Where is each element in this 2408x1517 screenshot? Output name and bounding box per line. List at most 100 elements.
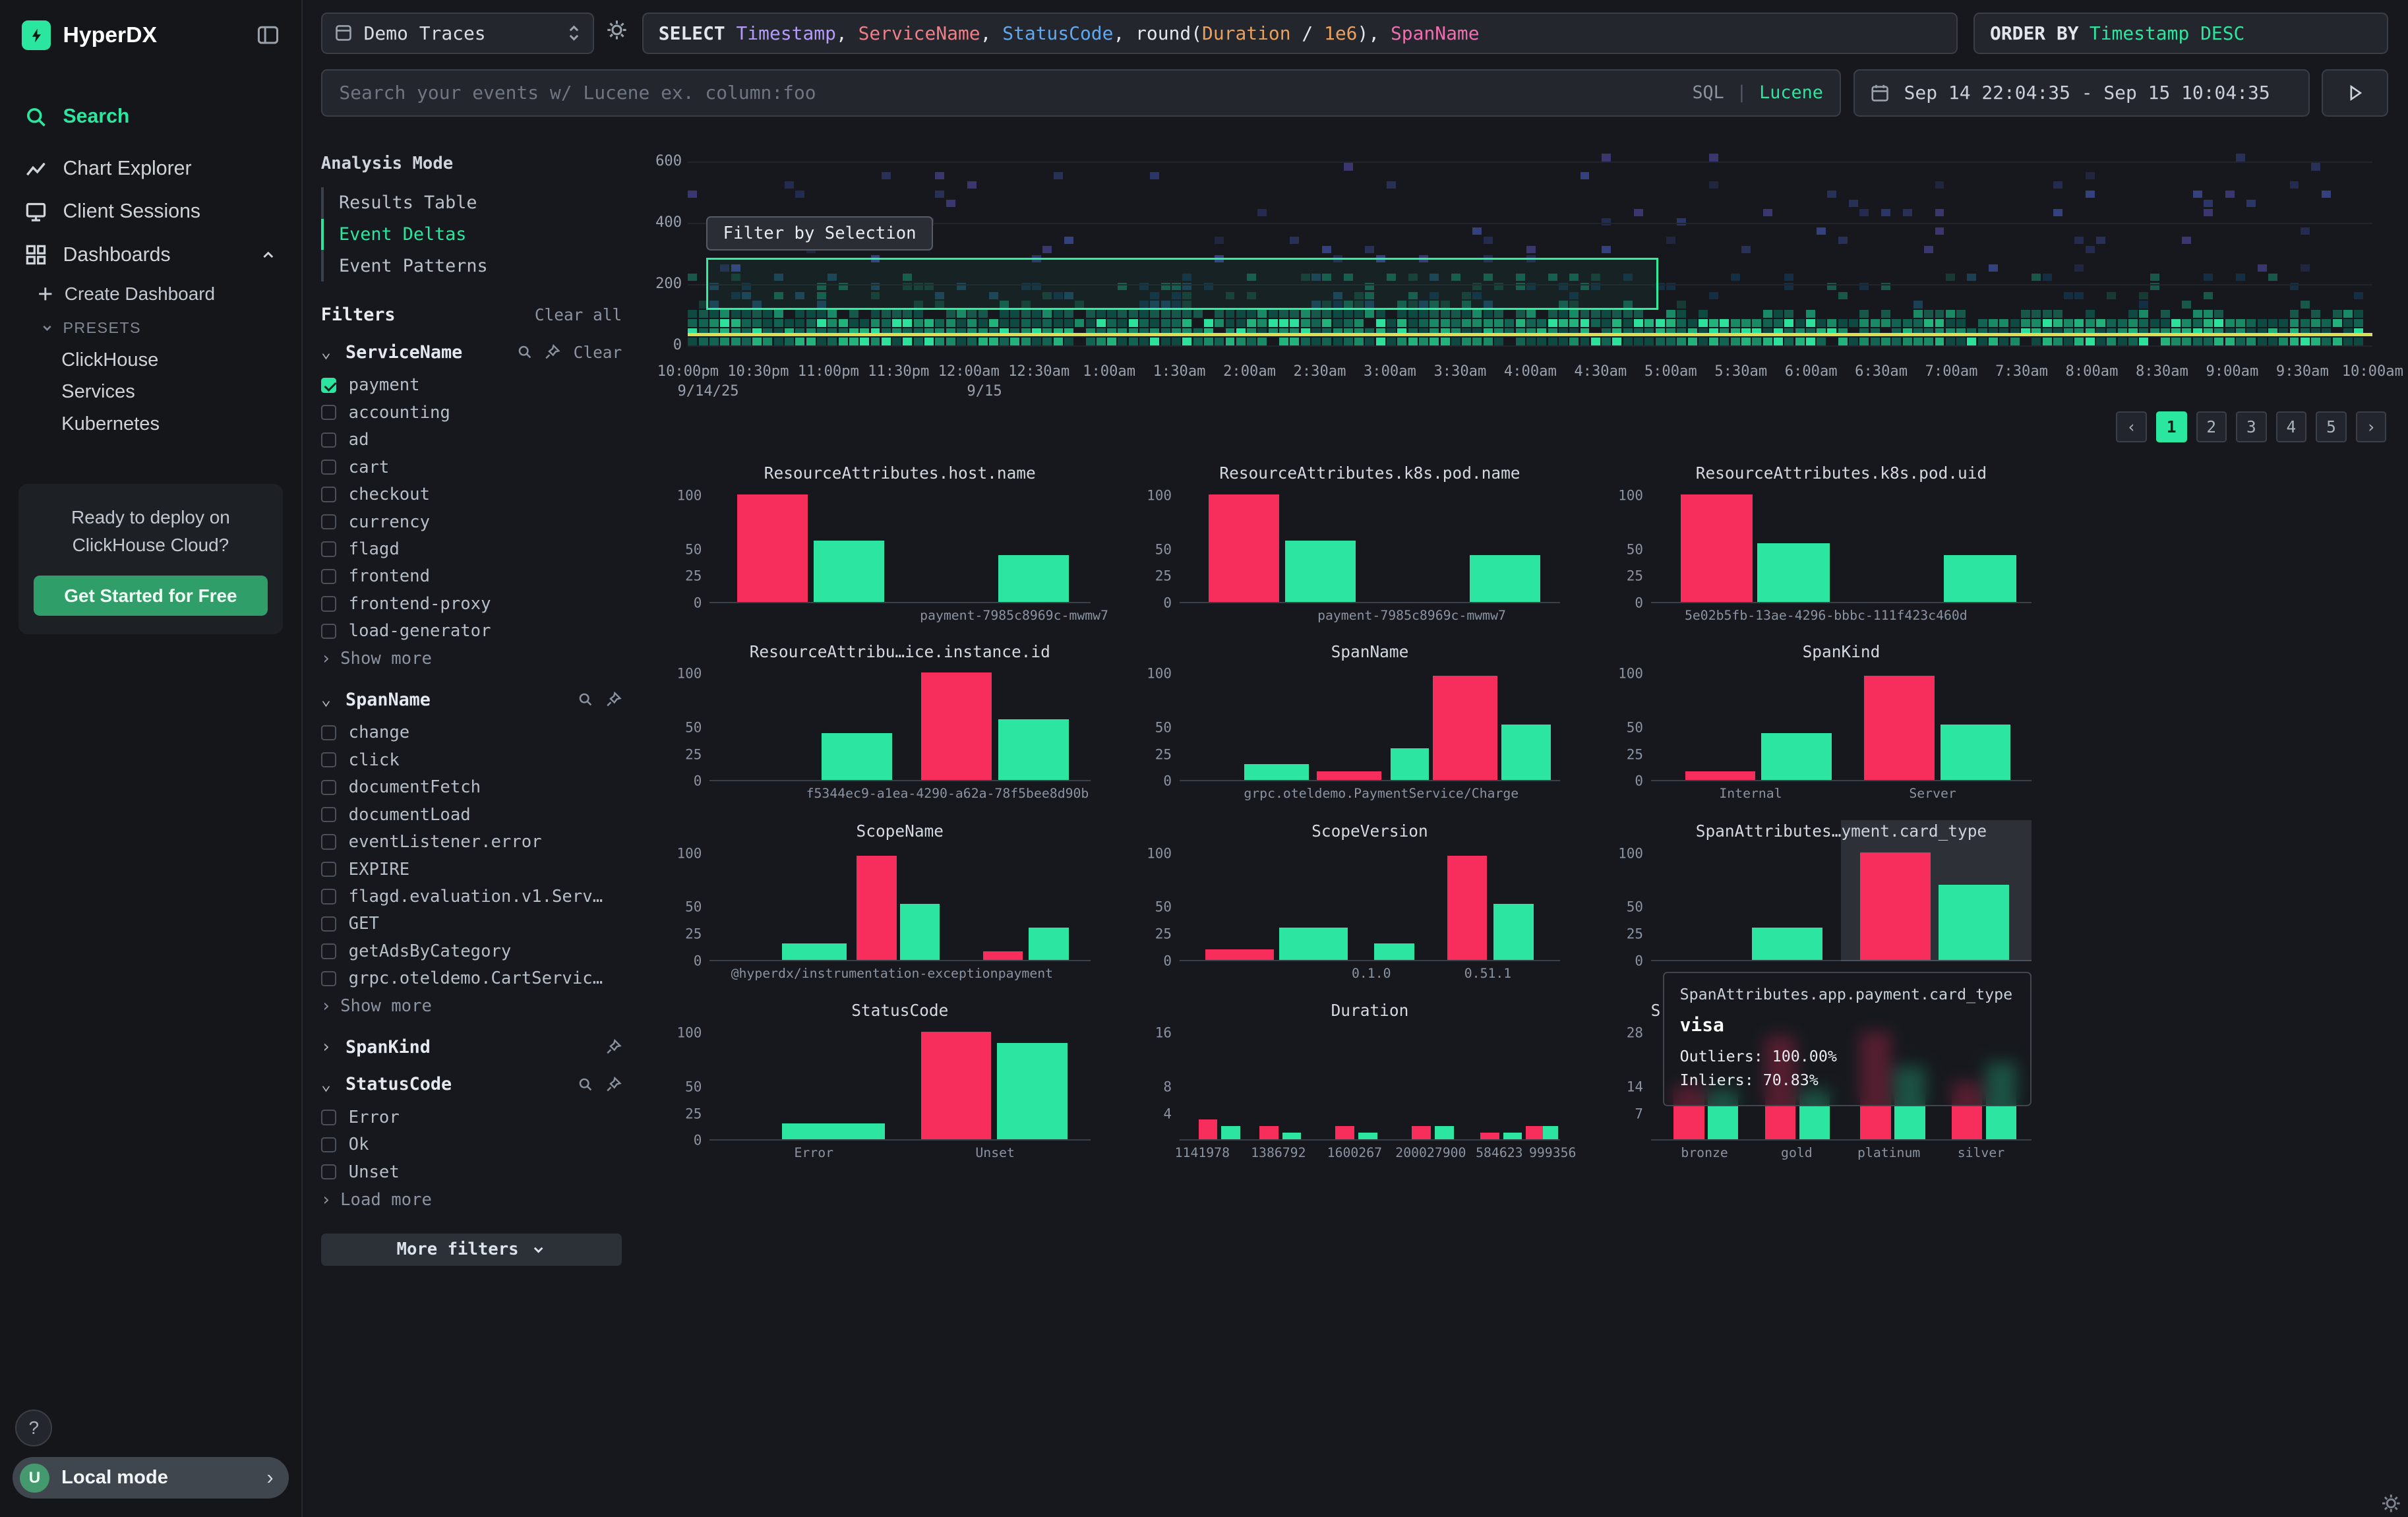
bar-green[interactable] bbox=[1279, 928, 1348, 960]
bar-green[interactable] bbox=[997, 1043, 1068, 1140]
heatmap-selection-rect[interactable] bbox=[706, 258, 1658, 310]
chart-plot[interactable]: 10050250 bbox=[1651, 484, 2032, 604]
bar-green[interactable] bbox=[900, 904, 940, 960]
sidebar-item-services[interactable]: Services bbox=[0, 376, 301, 409]
mode-event-patterns[interactable]: Event Patterns bbox=[321, 250, 622, 282]
checkbox[interactable] bbox=[321, 943, 336, 959]
filter-by-selection-button[interactable]: Filter by Selection bbox=[706, 216, 933, 250]
bar-green[interactable] bbox=[1493, 904, 1534, 960]
checkbox[interactable] bbox=[321, 1164, 336, 1179]
chart-plot[interactable]: 10050250 bbox=[709, 662, 1091, 782]
pin-icon[interactable] bbox=[544, 343, 561, 361]
filter-group-header[interactable]: ⌄ServiceNameClear bbox=[321, 342, 622, 363]
bar-pink[interactable] bbox=[1335, 1126, 1354, 1139]
bar-pink[interactable] bbox=[1480, 1133, 1499, 1139]
checkbox[interactable] bbox=[321, 834, 336, 849]
bar-green[interactable] bbox=[1029, 928, 1069, 960]
sidebar-collapse-icon[interactable] bbox=[256, 25, 280, 45]
sidebar-item-clickhouse[interactable]: ClickHouse bbox=[0, 344, 301, 376]
filter-checkbox-row[interactable]: accounting bbox=[321, 399, 622, 426]
mode-event-deltas[interactable]: Event Deltas bbox=[321, 219, 622, 251]
clear-all-filters-button[interactable]: Clear all bbox=[535, 305, 622, 324]
bar-pink[interactable] bbox=[1447, 856, 1488, 960]
sidebar-item-kubernetes[interactable]: Kubernetes bbox=[0, 408, 301, 440]
chevron-right-icon[interactable]: › bbox=[321, 1037, 336, 1057]
filter-checkbox-row[interactable]: flagd bbox=[321, 535, 622, 562]
bar-green[interactable] bbox=[1501, 725, 1551, 781]
lucene-mode-toggle[interactable]: Lucene bbox=[1759, 82, 1823, 103]
bar-green[interactable] bbox=[1503, 1133, 1522, 1139]
checkbox[interactable] bbox=[321, 780, 336, 795]
bar-green[interactable] bbox=[782, 943, 847, 959]
search-input[interactable] bbox=[339, 82, 1679, 104]
show-more-button[interactable]: ›Load more bbox=[321, 1186, 622, 1214]
bar-pink[interactable] bbox=[921, 672, 992, 780]
filter-checkbox-row[interactable]: load-generator bbox=[321, 618, 622, 645]
sidebar-item-dashboards[interactable]: Dashboards bbox=[0, 233, 301, 276]
checkbox[interactable] bbox=[321, 460, 336, 475]
checkbox[interactable] bbox=[321, 1137, 336, 1152]
bar-green[interactable] bbox=[822, 733, 892, 781]
checkbox[interactable] bbox=[321, 624, 336, 639]
checkbox[interactable] bbox=[321, 569, 336, 584]
bar-green[interactable] bbox=[1374, 943, 1414, 959]
checkbox[interactable] bbox=[321, 432, 336, 448]
sql-select-expression[interactable]: SELECT Timestamp, ServiceName, StatusCod… bbox=[642, 13, 1958, 54]
bar-pink[interactable] bbox=[1205, 949, 1274, 960]
presets-toggle[interactable]: PRESETS bbox=[0, 312, 301, 344]
filter-checkbox-row[interactable]: getAdsByCategory bbox=[321, 937, 622, 965]
bar-green[interactable] bbox=[1752, 928, 1822, 960]
bar-green[interactable] bbox=[1244, 764, 1309, 780]
filter-checkbox-row[interactable]: flagd.evaluation.v1.Serv… bbox=[321, 883, 622, 910]
bar-green[interactable] bbox=[1435, 1126, 1454, 1139]
bar-green[interactable] bbox=[1282, 1133, 1302, 1139]
bar-pink[interactable] bbox=[1864, 676, 1935, 780]
filter-checkbox-row[interactable]: cart bbox=[321, 454, 622, 481]
checkbox[interactable] bbox=[321, 889, 336, 904]
pin-icon[interactable] bbox=[605, 1038, 622, 1056]
clear-group-button[interactable]: Clear bbox=[574, 343, 622, 362]
bar-pink[interactable] bbox=[1433, 676, 1497, 780]
chart-plot[interactable]: 10050250 bbox=[1180, 841, 1561, 961]
search-icon[interactable] bbox=[578, 1077, 593, 1092]
filter-checkbox-row[interactable]: eventListener.error bbox=[321, 828, 622, 855]
chart-plot[interactable]: 10050250 bbox=[709, 841, 1091, 961]
page-settings-gear-icon[interactable] bbox=[2380, 1493, 2402, 1514]
bar-green[interactable] bbox=[814, 541, 884, 602]
filter-checkbox-row[interactable]: Unset bbox=[321, 1158, 622, 1185]
bar-green[interactable] bbox=[1358, 1133, 1377, 1139]
bar-green[interactable] bbox=[1470, 555, 1540, 603]
filter-checkbox-row[interactable]: frontend-proxy bbox=[321, 590, 622, 617]
bar-pink[interactable] bbox=[983, 951, 1023, 960]
date-range-picker[interactable]: Sep 14 22:04:35 - Sep 15 10:04:35 bbox=[1853, 69, 2310, 117]
bar-pink[interactable] bbox=[1685, 771, 1756, 780]
source-select[interactable]: Demo Traces bbox=[321, 13, 595, 54]
bar-green[interactable] bbox=[1939, 885, 2009, 960]
filter-checkbox-row[interactable]: payment bbox=[321, 372, 622, 399]
bar-pink[interactable] bbox=[1209, 494, 1279, 602]
bar-green[interactable] bbox=[1543, 1126, 1558, 1139]
bar-pink[interactable] bbox=[1681, 494, 1753, 602]
checkbox[interactable] bbox=[321, 596, 336, 611]
get-started-button[interactable]: Get Started for Free bbox=[34, 576, 267, 616]
filter-checkbox-row[interactable]: grpc.oteldemo.CartServic… bbox=[321, 965, 622, 992]
chart-plot[interactable]: 10050250 bbox=[1180, 484, 1561, 604]
local-mode-button[interactable]: U Local mode › bbox=[13, 1457, 289, 1499]
mode-results-table[interactable]: Results Table bbox=[321, 187, 622, 219]
bar-pink[interactable] bbox=[1860, 852, 1931, 960]
checkbox[interactable] bbox=[321, 487, 336, 502]
chevron-down-icon[interactable]: ⌄ bbox=[321, 690, 336, 709]
bar-green[interactable] bbox=[1944, 555, 2016, 603]
sidebar-item-chart-explorer[interactable]: Chart Explorer bbox=[0, 148, 301, 191]
help-button[interactable]: ? bbox=[15, 1410, 52, 1446]
filter-checkbox-row[interactable]: Error bbox=[321, 1104, 622, 1131]
filter-checkbox-row[interactable]: click bbox=[321, 746, 622, 773]
chevron-down-icon[interactable]: ⌄ bbox=[321, 342, 336, 362]
bar-green[interactable] bbox=[1757, 543, 1830, 603]
filter-group-header[interactable]: ›SpanKind bbox=[321, 1037, 622, 1057]
checkbox[interactable] bbox=[321, 541, 336, 556]
sql-mode-toggle[interactable]: SQL bbox=[1692, 82, 1724, 103]
checkbox[interactable] bbox=[321, 752, 336, 767]
filter-checkbox-row[interactable]: change bbox=[321, 719, 622, 746]
chart-plot[interactable]: 10050250 bbox=[1180, 662, 1561, 782]
